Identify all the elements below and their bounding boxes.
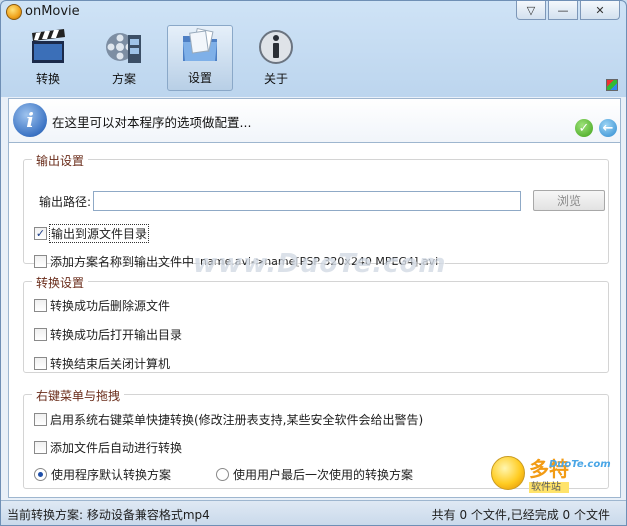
main-toolbar: 转换 方案 设置 关于 xyxy=(15,25,309,93)
settings-panel: 输出设置 输出路径: 浏览 ✓ 输出到源文件目录 添加方案名称到输出文件中 na… xyxy=(8,143,621,498)
app-logo-icon xyxy=(6,4,22,20)
last-scheme-option[interactable]: 使用用户最后一次使用的转换方案 xyxy=(216,466,413,483)
info-header: i 在这里可以对本程序的选项做配置... ✓ ← xyxy=(8,98,621,143)
open-output-dir-option[interactable]: 转换成功后打开输出目录 xyxy=(34,326,182,343)
close-button[interactable]: ✕ xyxy=(580,1,620,20)
info-text: 在这里可以对本程序的选项做配置... xyxy=(52,115,252,130)
open-output-dir-checkbox[interactable] xyxy=(34,328,47,341)
toolbar-settings-button[interactable]: 设置 xyxy=(167,25,233,91)
to-source-dir-label: 输出到源文件目录 xyxy=(48,224,150,243)
toolbar-scheme-button[interactable]: 方案 xyxy=(91,25,157,91)
chevron-down-icon: ▽ xyxy=(526,3,536,17)
to-source-dir-option[interactable]: ✓ 输出到源文件目录 xyxy=(34,224,150,243)
minimize-button[interactable]: — xyxy=(548,1,578,20)
logo-sub-text: 软件站 xyxy=(529,482,569,493)
apply-check-icon[interactable]: ✓ xyxy=(575,119,593,137)
shutdown-label: 转换结束后关闭计算机 xyxy=(50,357,171,371)
convert-settings-title: 转换设置 xyxy=(32,274,89,291)
mascot-icon xyxy=(491,456,525,490)
shutdown-checkbox[interactable] xyxy=(34,357,47,370)
dropdown-button[interactable]: ▽ xyxy=(516,1,546,20)
film-clapper-icon xyxy=(32,29,65,63)
to-source-dir-checkbox[interactable]: ✓ xyxy=(34,227,47,240)
shell-menu-label: 启用系统右键菜单快捷转换(修改注册表支持,某些安全软件会给出警告) xyxy=(50,413,424,427)
info-icon xyxy=(259,30,293,64)
auto-convert-option[interactable]: 添加文件后自动进行转换 xyxy=(34,439,182,456)
shell-menu-checkbox[interactable] xyxy=(34,413,47,426)
context-menu-title: 右键菜单与拖拽 xyxy=(32,387,125,404)
delete-source-label: 转换成功后删除源文件 xyxy=(50,299,171,313)
logo-url-text: DuoTe.com xyxy=(549,459,611,470)
title-bar: onMovie ▽ — ✕ xyxy=(1,1,626,23)
auto-convert-checkbox[interactable] xyxy=(34,441,47,454)
toolbar-convert-button[interactable]: 转换 xyxy=(15,25,81,91)
app-window: onMovie ▽ — ✕ 转换 方案 设置 关于 i 在这里可以对本程序的选项… xyxy=(0,0,627,526)
close-icon: ✕ xyxy=(595,3,605,17)
last-scheme-radio[interactable] xyxy=(216,468,229,481)
output-settings-title: 输出设置 xyxy=(32,152,89,169)
toolbar-convert-label: 转换 xyxy=(35,72,60,86)
status-bar: 当前转换方案: 移动设备兼容格式mp4 共有 0 个文件,已经完成 0 个文件 xyxy=(1,500,626,525)
convert-settings-group: 转换设置 转换成功后删除源文件 转换成功后打开输出目录 转换结束后关闭计算机 xyxy=(23,274,609,373)
output-path-input[interactable] xyxy=(93,191,522,211)
current-scheme-status: 当前转换方案: 移动设备兼容格式mp4 xyxy=(7,508,210,522)
default-scheme-label: 使用程序默认转换方案 xyxy=(51,468,172,482)
output-path-row: 输出路径: xyxy=(39,191,522,211)
default-scheme-radio[interactable] xyxy=(34,468,47,481)
open-output-dir-label: 转换成功后打开输出目录 xyxy=(50,328,183,342)
shell-menu-option[interactable]: 启用系统右键菜单快捷转换(修改注册表支持,某些安全软件会给出警告) xyxy=(34,411,423,428)
window-title: onMovie xyxy=(25,4,80,19)
toolbar-settings-label: 设置 xyxy=(187,71,212,85)
add-scheme-name-checkbox[interactable] xyxy=(34,255,47,268)
skin-color-icon[interactable] xyxy=(606,79,618,91)
file-progress-status: 共有 0 个文件,已经完成 0 个文件 xyxy=(431,508,610,522)
folder-settings-icon xyxy=(183,27,217,61)
back-arrow-icon[interactable]: ← xyxy=(599,119,617,137)
output-path-label: 输出路径: xyxy=(39,194,92,209)
shutdown-option[interactable]: 转换结束后关闭计算机 xyxy=(34,355,170,372)
film-reel-icon xyxy=(106,33,141,63)
default-scheme-option[interactable]: 使用程序默认转换方案 xyxy=(34,466,171,483)
minimize-icon: — xyxy=(557,3,569,17)
watermark-text: www.DuoTe.com xyxy=(193,249,447,279)
window-controls: ▽ — ✕ xyxy=(516,1,620,20)
info-circle-icon: i xyxy=(13,103,47,137)
delete-source-option[interactable]: 转换成功后删除源文件 xyxy=(34,297,170,314)
delete-source-checkbox[interactable] xyxy=(34,299,47,312)
toolbar-about-label: 关于 xyxy=(263,72,288,86)
browse-button[interactable]: 浏览 xyxy=(533,190,605,211)
last-scheme-label: 使用用户最后一次使用的转换方案 xyxy=(233,468,414,482)
toolbar-about-button[interactable]: 关于 xyxy=(243,25,309,91)
auto-convert-label: 添加文件后自动进行转换 xyxy=(50,441,183,455)
add-scheme-name-label: 添加方案名称到输出文件中 xyxy=(50,255,195,269)
toolbar-scheme-label: 方案 xyxy=(111,72,136,86)
